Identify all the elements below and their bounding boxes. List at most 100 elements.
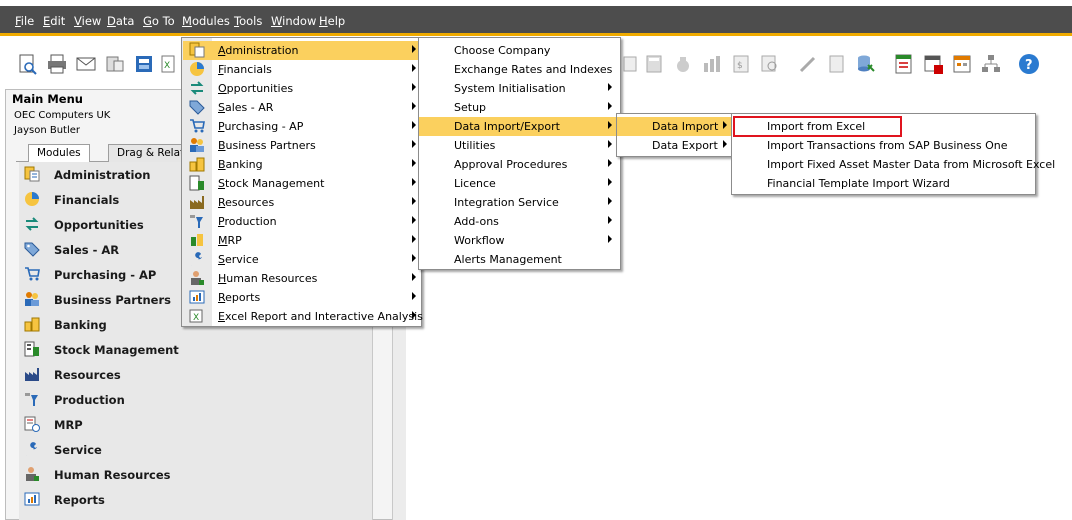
modules-item-financials[interactable]: Financials xyxy=(183,60,421,79)
admin-item-workflow[interactable]: Workflow xyxy=(419,231,620,250)
menu-data[interactable]: Data xyxy=(107,14,134,28)
admin-item-licence[interactable]: Licence xyxy=(419,174,620,193)
submenu-arrow-icon xyxy=(608,197,612,205)
module-resources[interactable]: Resources xyxy=(19,362,373,387)
module-mrp[interactable]: MRP xyxy=(19,412,373,437)
menu-view[interactable]: View xyxy=(74,14,101,28)
sms-icon[interactable] xyxy=(104,53,126,75)
cost-icon xyxy=(704,56,720,72)
admin-item-integration-service[interactable]: Integration Service xyxy=(419,193,620,212)
sales-tag-icon xyxy=(24,242,40,257)
calendar-icon[interactable] xyxy=(951,53,973,75)
menu-help[interactable]: Help xyxy=(319,14,345,28)
opportunities-icon xyxy=(190,81,204,95)
modules-item-purchasing-ap[interactable]: Purchasing - AP xyxy=(183,117,421,136)
modules-item-production[interactable]: Production xyxy=(183,212,421,231)
module-label: Resources xyxy=(54,368,121,382)
email-icon[interactable] xyxy=(75,53,97,75)
modules-item-banking[interactable]: Banking xyxy=(183,155,421,174)
admin-item-system-initialisation[interactable]: System Initialisation xyxy=(419,79,620,98)
admin-item-add-ons[interactable]: Add-ons xyxy=(419,212,620,231)
menu-go-to[interactable]: Go To xyxy=(143,14,175,28)
menu-modules[interactable]: Modules xyxy=(182,14,230,28)
edit-pen-icon xyxy=(799,56,816,73)
database-icon[interactable] xyxy=(855,53,877,75)
modules-item-service[interactable]: Service xyxy=(183,250,421,269)
checklist-icon[interactable] xyxy=(893,53,915,75)
user-name: Jayson Butler xyxy=(14,125,81,136)
modules-item-opportunities[interactable]: Opportunities xyxy=(183,79,421,98)
financials-icon xyxy=(190,62,204,76)
submenu-arrow-icon xyxy=(412,45,416,53)
menu-edit[interactable]: Edit xyxy=(43,14,65,28)
module-production[interactable]: Production xyxy=(19,387,373,412)
import-item-financial-template-wizard[interactable]: Financial Template Import Wizard xyxy=(732,174,1035,193)
submenu-arrow-icon xyxy=(608,102,612,110)
help-icon[interactable]: ? xyxy=(1018,53,1040,75)
modules-item-mrp[interactable]: MRP xyxy=(183,231,421,250)
submenu-arrow-icon xyxy=(608,121,612,129)
import-item-import-fixed-asset[interactable]: Import Fixed Asset Master Data from Micr… xyxy=(732,155,1055,174)
module-label: Reports xyxy=(54,493,105,507)
factory-icon xyxy=(25,368,39,381)
module-reports[interactable]: Reports xyxy=(19,487,373,512)
factory-icon xyxy=(190,196,204,209)
modules-item-business-partners[interactable]: Business Partners xyxy=(183,136,421,155)
fax-icon[interactable] xyxy=(133,53,155,75)
submenu-arrow-icon xyxy=(412,178,416,186)
print-preview-icon[interactable] xyxy=(17,53,39,75)
submenu-arrow-icon xyxy=(723,140,727,148)
module-service[interactable]: Service xyxy=(19,437,373,462)
menu-window[interactable]: Window xyxy=(271,14,316,28)
company-name: OEC Computers UK xyxy=(14,110,111,121)
submenu-arrow-icon xyxy=(723,121,727,129)
submenu-item-data-import[interactable]: Data Import xyxy=(617,117,735,136)
module-label: Sales - AR xyxy=(54,243,120,257)
org-chart-icon[interactable] xyxy=(980,53,1002,75)
menu-file[interactable]: File xyxy=(15,14,34,28)
import-item-import-transactions[interactable]: Import Transactions from SAP Business On… xyxy=(732,136,1035,155)
modules-item-human-resources[interactable]: Human Resources xyxy=(183,269,421,288)
modules-item-administration[interactable]: Administration xyxy=(183,41,421,60)
calendar-alert-icon[interactable] xyxy=(922,53,944,75)
admin-item-data-import-export[interactable]: Data Import/Export xyxy=(419,117,620,136)
admin-item-exchange-rates[interactable]: Exchange Rates and Indexes xyxy=(419,60,620,79)
sales-tag-icon xyxy=(189,100,205,115)
module-label: Stock Management xyxy=(54,343,179,357)
submenu-arrow-icon xyxy=(608,216,612,224)
submenu-arrow-icon xyxy=(608,140,612,148)
admin-item-setup[interactable]: Setup xyxy=(419,98,620,117)
menu-bar: File Edit View Data Go To Modules Tools … xyxy=(0,6,1072,36)
admin-item-approval-procedures[interactable]: Approval Procedures xyxy=(419,155,620,174)
admin-item-alerts-management[interactable]: Alerts Management xyxy=(419,250,620,269)
production-icon xyxy=(190,215,203,228)
wrench-icon xyxy=(191,252,202,266)
admin-item-utilities[interactable]: Utilities xyxy=(419,136,620,155)
print-icon[interactable] xyxy=(46,53,68,75)
modules-item-resources[interactable]: Resources xyxy=(183,193,421,212)
submenu-arrow-icon xyxy=(412,197,416,205)
modules-item-stock-management[interactable]: Stock Management xyxy=(183,174,421,193)
tab-modules[interactable]: Modules xyxy=(28,144,90,163)
admin-item-choose-company[interactable]: Choose Company xyxy=(419,41,620,60)
submenu-item-data-export[interactable]: Data Export xyxy=(617,136,735,155)
modules-item-excel-report[interactable]: X Excel Report and Interactive Analysis xyxy=(183,307,423,326)
opportunities-icon xyxy=(25,217,39,231)
module-stock-management[interactable]: Stock Management xyxy=(19,337,373,362)
data-import-export-submenu: Data Import Data Export xyxy=(616,113,736,157)
svg-text:?: ? xyxy=(1025,58,1033,73)
menu-tools[interactable]: Tools xyxy=(234,14,262,28)
export-excel-icon[interactable]: X xyxy=(161,53,175,75)
modules-item-sales-ar[interactable]: Sales - AR xyxy=(183,98,421,117)
cart-icon xyxy=(25,267,40,281)
module-human-resources[interactable]: Human Resources xyxy=(19,462,373,487)
modules-item-reports[interactable]: Reports xyxy=(183,288,421,307)
report-icon xyxy=(189,290,205,304)
highlight-annotation-box xyxy=(733,116,902,137)
person-icon xyxy=(191,271,204,285)
people-icon xyxy=(25,292,39,306)
module-label: Opportunities xyxy=(54,218,144,232)
module-label: Service xyxy=(54,443,102,457)
inspect-icon xyxy=(761,55,777,72)
submenu-arrow-icon xyxy=(412,235,416,243)
